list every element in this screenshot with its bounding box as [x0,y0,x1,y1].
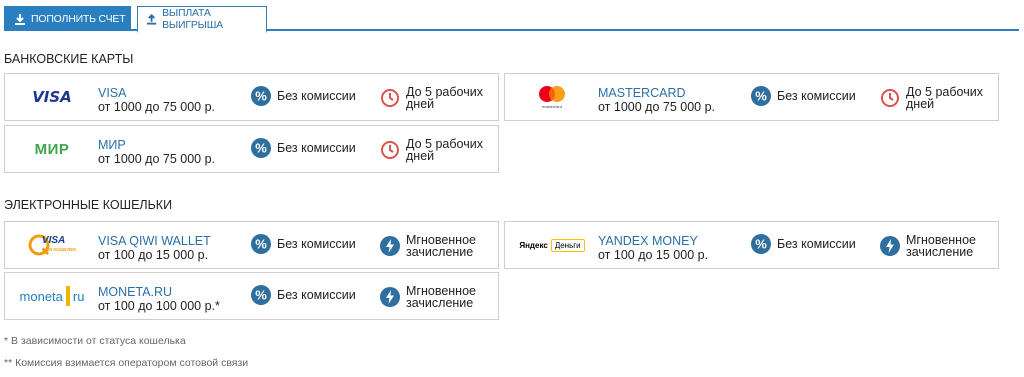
section-title-bank-cards: Банковские карты [4,52,134,66]
payment-method-moneta[interactable]: moneta ru MONETA.RU от 100 до 100 000 р.… [4,272,499,320]
payment-method-mastercard[interactable]: mastercard MASTERCARD от 1000 до 75 000 … [504,73,999,121]
mir-logo: МИР [34,140,70,158]
mastercard-logo: mastercard [515,82,589,112]
svg-text:%: % [755,89,767,104]
tab-bar: Пополнить счет Выплата выигрыша [4,6,1019,33]
commission-info: % Без комиссии [251,234,369,254]
method-range: от 1000 до 75 000 р. [598,100,716,114]
lightning-icon [380,236,400,256]
svg-text:%: % [755,237,767,252]
svg-text:%: % [255,89,267,104]
timing-info: До 5 рабочих дней [380,138,498,162]
payment-method-qiwi[interactable]: VISA QIWI КОШЕЛЕК VISA QIWI WALLET от 10… [4,221,499,269]
moneta-bar-icon [65,286,70,306]
commission-info: % Без комиссии [251,86,369,106]
timing-info: Мгновенное зачисление [380,285,498,309]
visa-logo: VISA [32,88,72,106]
commission-info: % Без комиссии [251,138,369,158]
percent-icon: % [251,234,271,254]
method-range: от 100 до 100 000 р.* [98,299,220,313]
percent-icon: % [251,138,271,158]
method-range: от 100 до 15 000 р. [598,248,709,262]
moneta-logo: moneta ru [15,281,89,311]
svg-text:%: % [255,237,267,252]
tab-withdraw-label: Выплата выигрыша [162,7,223,31]
footnote-operator-commission: ** Комиссия взимается оператором сотовой… [4,357,249,369]
method-name: VISA [98,86,127,100]
commission-info: % Без комиссии [751,234,869,254]
method-name: МИР [98,138,126,152]
percent-icon: % [751,86,771,106]
svg-text:%: % [255,288,267,303]
tab-deposit[interactable]: Пополнить счет [4,6,131,31]
method-name: MASTERCARD [598,86,686,100]
method-range: от 1000 до 75 000 р. [98,152,216,166]
clock-icon [381,141,399,159]
footnote-wallet-status: * В зависимости от статуса кошелька [4,335,186,347]
percent-icon: % [751,234,771,254]
payment-method-mir[interactable]: МИР МИР от 1000 до 75 000 р. % Без комис… [4,125,499,173]
lightning-icon [380,287,400,307]
timing-info: До 5 рабочих дней [380,86,498,110]
clock-icon [381,89,399,107]
qiwi-logo: VISA QIWI КОШЕЛЕК [15,230,89,260]
timing-info: До 5 рабочих дней [880,86,998,110]
percent-icon: % [251,285,271,305]
commission-info: % Без комиссии [251,285,369,305]
clock-icon [881,89,899,107]
download-icon [15,13,25,25]
method-name: VISA QIWI WALLET [98,234,211,248]
percent-icon: % [251,86,271,106]
mastercard-circles-icon [539,86,565,102]
svg-text:%: % [255,141,267,156]
upload-icon [146,13,157,25]
method-range: от 1000 до 75 000 р. [98,100,216,114]
timing-info: Мгновенное зачисление [880,234,998,258]
payment-method-yandex[interactable]: Яндекс Деньги YANDEX MONEY от 100 до 15 … [504,221,999,269]
tab-deposit-label: Пополнить счет [31,12,126,25]
timing-info: Мгновенное зачисление [380,234,498,258]
commission-info: % Без комиссии [751,86,869,106]
lightning-icon [880,236,900,256]
method-name: MONETA.RU [98,285,173,299]
yandex-money-logo: Яндекс Деньги [511,230,593,260]
payment-method-visa[interactable]: VISA VISA от 1000 до 75 000 р. % Без ком… [4,73,499,121]
section-title-e-wallets: Электронные кошельки [4,198,173,212]
method-name: YANDEX MONEY [598,234,698,248]
tab-withdraw[interactable]: Выплата выигрыша [137,6,267,33]
method-range: от 100 до 15 000 р. [98,248,209,262]
